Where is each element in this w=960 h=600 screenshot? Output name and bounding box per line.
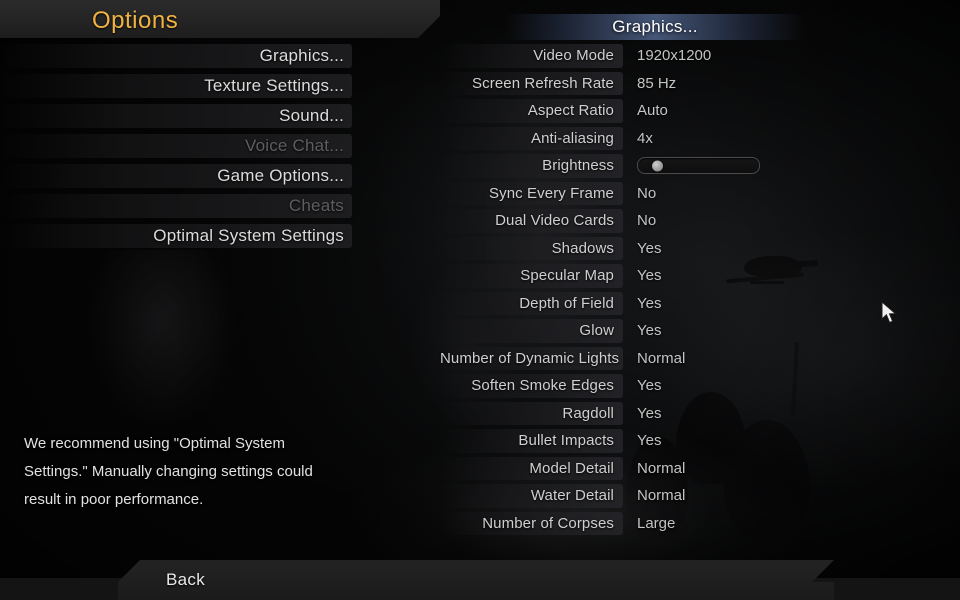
settings-row-label: Specular Map [440,264,623,288]
settings-row[interactable]: Water Detail Normal [440,484,840,508]
settings-row-value: Yes [637,404,662,422]
settings-row[interactable]: Sync Every Frame No [440,181,840,205]
settings-row-value: Normal [637,487,686,505]
settings-row-label: Aspect Ratio [440,99,623,123]
settings-row-label: Anti-aliasing [440,126,623,150]
settings-row[interactable]: Specular Map Yes [440,264,840,288]
recommendation-note: We recommend using "Optimal System Setti… [24,435,313,508]
settings-row-value: No [637,212,657,230]
menu-item-graphics[interactable]: Graphics... [0,44,352,68]
settings-panel-header: Graphics... [505,14,805,40]
settings-row-value: Normal [637,459,686,477]
settings-row[interactable]: Dual Video Cards No [440,209,840,233]
settings-row-label: Screen Refresh Rate [440,71,623,95]
settings-row[interactable]: Ragdoll Yes [440,401,840,425]
settings-row[interactable]: Shadows Yes [440,236,840,260]
settings-row-value: Large [637,514,676,532]
brightness-slider[interactable] [637,157,760,175]
page-title: Options [92,7,179,34]
options-menu: Graphics... Texture Settings... Sound...… [0,44,352,254]
settings-row[interactable]: Number of Dynamic Lights Normal [440,346,840,370]
title-bar [0,0,440,38]
menu-item-label: Cheats [288,196,344,215]
settings-row[interactable]: Brightness [440,154,840,178]
settings-row-label: Shadows [440,236,623,260]
settings-row[interactable]: Anti-aliasing 4x [440,126,840,150]
settings-row-value: Normal [637,349,686,367]
settings-row-value: Auto [637,102,668,120]
settings-row-label: Dual Video Cards [440,209,623,233]
settings-row[interactable]: Screen Refresh Rate 85 Hz [440,71,840,95]
menu-item-voice-chat: Voice Chat... [0,134,352,158]
settings-row-label: Number of Corpses [440,511,623,535]
settings-row-value: Yes [637,432,662,450]
menu-item-label: Sound... [279,106,344,125]
settings-row-value: Yes [637,239,662,257]
settings-row-label: Ragdoll [440,401,623,425]
menu-item-cheats: Cheats [0,194,352,218]
settings-row-value: Yes [637,267,662,285]
back-button[interactable]: Back [166,570,205,590]
settings-row[interactable]: Bullet Impacts Yes [440,429,840,453]
settings-row-value: 85 Hz [637,74,677,92]
menu-item-label: Optimal System Settings [153,226,344,245]
menu-item-label: Graphics... [259,46,344,65]
menu-item-label: Texture Settings... [204,76,344,95]
settings-row-value: No [637,184,657,202]
menu-item-label: Voice Chat... [245,136,344,155]
brightness-slider-knob[interactable] [651,160,663,172]
settings-row-label: Depth of Field [440,291,623,315]
settings-row-label: Water Detail [440,484,623,508]
settings-row[interactable]: Soften Smoke Edges Yes [440,374,840,398]
menu-item-optimal-system-settings[interactable]: Optimal System Settings [0,224,352,248]
settings-row[interactable]: Video Mode 1920x1200 [440,44,840,68]
settings-row[interactable]: Depth of Field Yes [440,291,840,315]
mouse-cursor [881,300,901,327]
settings-row-label: Video Mode [440,44,623,68]
settings-row-label: Soften Smoke Edges [440,374,623,398]
menu-item-sound[interactable]: Sound... [0,104,352,128]
options-screen: Options Graphics... Texture Settings... … [0,0,960,600]
settings-panel: Graphics... Video Mode 1920x1200 Screen Re… [440,14,840,535]
settings-row[interactable]: Number of Corpses Large [440,511,840,535]
settings-row-label: Bullet Impacts [440,429,623,453]
settings-row-value: Yes [637,322,662,340]
settings-row-label: Glow [440,319,623,343]
settings-row-list: Video Mode 1920x1200 Screen Refresh Rate 85… [440,44,840,539]
settings-row[interactable]: Glow Yes [440,319,840,343]
settings-row-label: Brightness [440,154,623,178]
settings-row-label: Model Detail [440,456,623,480]
settings-row-label: Sync Every Frame [440,181,623,205]
background-figure-left [86,250,236,430]
settings-row-label: Number of Dynamic Lights [440,346,623,370]
menu-item-game-options[interactable]: Game Options... [0,164,352,188]
settings-row[interactable]: Model Detail Normal [440,456,840,480]
settings-row-value: Yes [637,377,662,395]
settings-row[interactable]: Aspect Ratio Auto [440,99,840,123]
settings-panel-title: Graphics... [612,17,698,36]
settings-row-value: 1920x1200 [637,47,712,65]
menu-item-label: Game Options... [217,166,344,185]
settings-row-value: Yes [637,294,662,312]
settings-row-value: 4x [637,129,653,147]
footer-bar [118,560,834,600]
menu-item-texture-settings[interactable]: Texture Settings... [0,74,352,98]
